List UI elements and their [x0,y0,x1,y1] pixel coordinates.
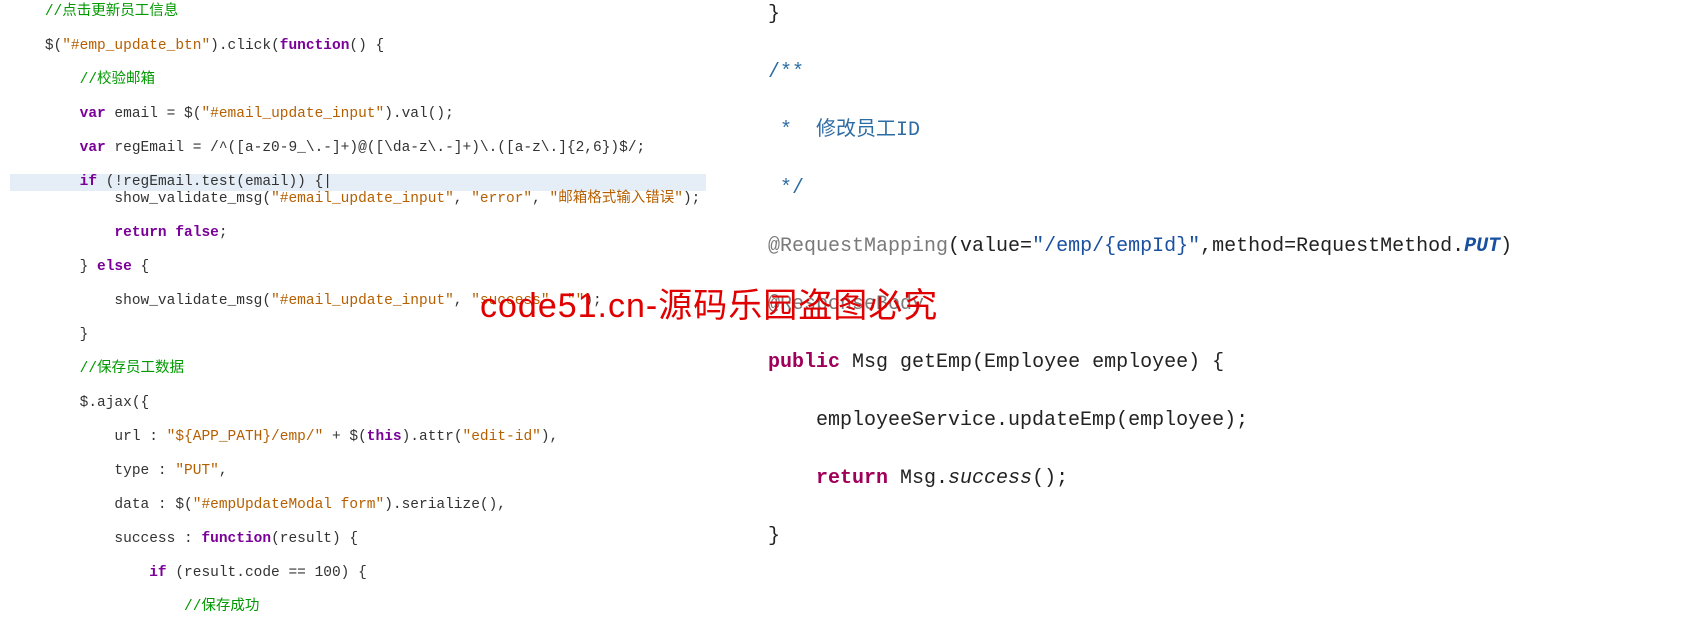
string: "${APP_PATH}/emp/" [167,429,324,445]
code: data : $( [114,497,192,513]
code: show_validate_msg( [114,293,271,309]
keyword-return: return [816,467,888,490]
keyword-if: if [149,565,166,581]
code: , [219,463,228,479]
watermark-text: code51.cn-源码乐园盗图必究 [480,278,938,327]
code: url : [114,429,166,445]
keyword-function: function [201,531,271,547]
keyword-function: function [280,38,350,54]
code: } [768,3,780,26]
annotation: @RequestMapping [768,235,948,258]
code: () { [349,38,384,54]
string: "#email_update_input" [271,293,454,309]
code: ).val(); [384,106,454,122]
string: "#email_update_input" [271,191,454,207]
code: (result.code == 100) { [167,565,367,581]
code: ).attr( [402,429,463,445]
code: } [80,327,89,343]
string: "error" [471,191,532,207]
string: "#emp_update_btn" [62,38,210,54]
code: Msg. [888,467,948,490]
code: employeeService.updateEmp(employee); [816,409,1248,432]
keyword-var: var [80,106,106,122]
code: email = $( [106,106,202,122]
keyword-if: if [80,174,97,190]
string: "/emp/{empId}" [1032,235,1200,258]
code: regEmail = /^([a-z0-9_\.-]+)@([\da-z\.-]… [106,140,646,156]
code: ) [1500,235,1512,258]
keyword-else: else [97,259,132,275]
string: "PUT" [175,463,219,479]
javadoc-line: * 修改员工ID [768,119,920,142]
code: (); [1032,467,1068,490]
code: ).serialize(), [384,497,506,513]
code: , [532,191,549,207]
code: Msg getEmp(Employee employee) { [840,351,1224,374]
code: show_validate_msg( [114,191,271,207]
code: } [80,259,97,275]
comment: //点击更新员工信息 [45,4,178,20]
comment: //保存员工数据 [80,361,184,377]
string: "邮箱格式输入错误" [550,191,683,207]
javadoc-open: /** [768,61,804,84]
code: ), [541,429,558,445]
method-success: success [948,467,1032,490]
string: "#email_update_input" [201,106,384,122]
code: + $( [323,429,367,445]
keyword-this: this [367,429,402,445]
javadoc-close: */ [768,177,804,200]
code: ,method=RequestMethod. [1200,235,1464,258]
screenshot-root: //点击更新员工信息 $("#emp_update_btn").click(fu… [0,0,1690,632]
code: , [454,191,471,207]
keyword-public: public [768,351,840,374]
keyword-false: false [175,225,219,241]
code: ).click( [210,38,280,54]
code: (value= [948,235,1032,258]
comment: //校验邮箱 [80,72,155,88]
code: $.ajax({ [80,395,150,411]
keyword-var: var [80,140,106,156]
code: success : [114,531,201,547]
code: } [768,525,780,548]
string: "edit-id" [463,429,541,445]
code: { [132,259,149,275]
enum-put: PUT [1464,235,1500,258]
code: ); [683,191,700,207]
comment: //保存成功 [184,599,259,615]
string: "#empUpdateModal form" [193,497,384,513]
code: , [454,293,471,309]
code: (result) { [271,531,358,547]
code: ; [219,225,228,241]
code: type : [114,463,175,479]
code: (!regEmail.test(email)) {| [97,174,332,190]
keyword-return: return [114,225,166,241]
code: $( [45,38,62,54]
